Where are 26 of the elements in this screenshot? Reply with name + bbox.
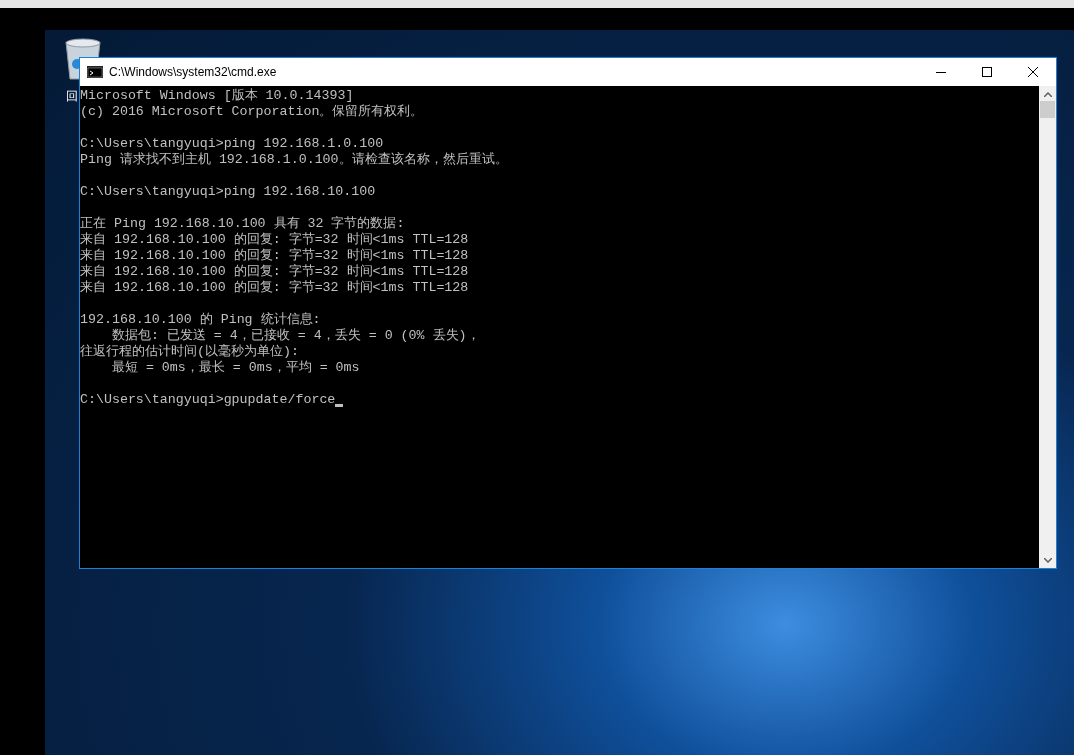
console-line: 来自 192.168.10.100 的回复: 字节=32 时间<1ms TTL=128 xyxy=(80,280,469,296)
scroll-down-icon[interactable] xyxy=(1043,558,1052,563)
maximize-icon xyxy=(982,67,992,77)
console-line: 来自 192.168.10.100 的回复: 字节=32 时间<1ms TTL=128 xyxy=(80,248,469,264)
console-line: 正在 Ping 192.168.10.100 具有 32 字节的数据: xyxy=(80,216,405,232)
console-line: 最短 = 0ms，最长 = 0ms，平均 = 0ms xyxy=(110,360,360,376)
scrollbar-thumb[interactable] xyxy=(1040,101,1055,118)
text-cursor xyxy=(335,404,344,407)
scroll-up-icon[interactable] xyxy=(1043,92,1052,97)
console-line: C:\Users\tangyuqi>gpupdate/force xyxy=(80,392,336,408)
console-line: C:\Users\tangyuqi>ping 192.168.1.0.100 xyxy=(80,136,384,152)
console-line: 192.168.10.100 的 Ping 统计信息: xyxy=(80,312,321,328)
scrollbar[interactable] xyxy=(1039,86,1056,568)
console-line: 来自 192.168.10.100 的回复: 字节=32 时间<1ms TTL=128 xyxy=(80,264,469,280)
minimize-icon xyxy=(936,71,946,73)
console-icon xyxy=(87,66,103,78)
window-title: C:\Windows\system32\cmd.exe xyxy=(109,64,277,81)
close-icon xyxy=(1028,67,1038,77)
console-line: C:\Users\tangyuqi>ping 192.168.10.100 xyxy=(80,184,376,200)
console-line: 来自 192.168.10.100 的回复: 字节=32 时间<1ms TTL=128 xyxy=(80,232,469,248)
recycle-bin-label: 回 xyxy=(66,88,78,104)
console-line: Microsoft Windows [版本 10.0.14393] xyxy=(80,88,354,104)
console-line: (c) 2016 Microsoft Corporation。保留所有权利。 xyxy=(80,104,424,120)
console-line: Ping 请求找不到主机 192.168.1.0.100。请检查该名称，然后重试。 xyxy=(80,152,508,168)
console-line: 数据包: 已发送 = 4，已接收 = 4，丢失 = 0 (0% 丢失)， xyxy=(110,328,480,344)
console-line: 往返行程的估计时间(以毫秒为单位): xyxy=(80,344,299,360)
